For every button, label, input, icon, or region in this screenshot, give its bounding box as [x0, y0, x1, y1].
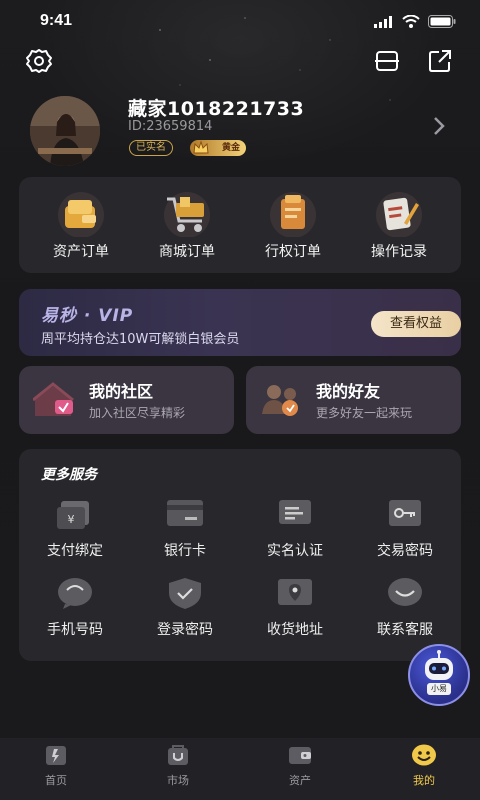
- login-password-item[interactable]: 登录密码: [135, 576, 235, 639]
- tab-home[interactable]: 首页: [16, 744, 96, 788]
- asset-orders-item[interactable]: 资产订单: [31, 191, 131, 261]
- customer-service-icon: [383, 576, 427, 610]
- share-button[interactable]: [425, 46, 455, 76]
- profile-id: ID:23659814: [128, 119, 213, 134]
- assets-wallet-icon: [287, 744, 313, 766]
- my-friends-card[interactable]: 我的好友 更多好友一起来玩: [246, 366, 461, 434]
- login-password-label: 登录密码: [157, 622, 213, 638]
- asset-wallet-icon: [56, 191, 106, 238]
- bottom-tab-bar: 首页 市场 资产 我的: [0, 738, 480, 800]
- settings-button[interactable]: [24, 46, 54, 76]
- more-services-title: 更多服务: [41, 467, 97, 483]
- trade-password-item[interactable]: 交易密码: [355, 497, 455, 560]
- scan-icon: [375, 51, 399, 71]
- me-face-icon: [411, 744, 437, 766]
- tab-me[interactable]: 我的: [384, 744, 464, 788]
- payment-bind-icon: ¥: [53, 497, 97, 531]
- battery-icon: [428, 15, 456, 28]
- status-bar: 9:41: [0, 0, 480, 44]
- gold-level-badge: 黄金: [190, 140, 246, 156]
- operation-log-label: 操作记录: [371, 244, 427, 260]
- exercise-orders-label: 行权订单: [265, 244, 321, 260]
- assistant-bot-button[interactable]: 小易: [408, 644, 470, 706]
- assistant-label: 小易: [427, 683, 451, 695]
- tab-me-label: 我的: [413, 774, 435, 787]
- asset-orders-label: 资产订单: [53, 244, 109, 260]
- exercise-book-icon: [268, 191, 318, 238]
- friends-icon: [262, 385, 298, 416]
- customer-service-label: 联系客服: [377, 622, 433, 638]
- phone-chat-icon: [53, 576, 97, 610]
- operation-log-item[interactable]: 操作记录: [349, 191, 449, 261]
- shipping-address-label: 收货地址: [267, 622, 323, 638]
- tab-home-label: 首页: [45, 774, 67, 787]
- phone-number-label: 手机号码: [47, 622, 103, 638]
- profile-detail-button[interactable]: [432, 116, 446, 140]
- my-friends-subtitle: 更多好友一起来玩: [316, 406, 413, 420]
- profile-name: 藏家1018221733: [128, 98, 305, 120]
- community-house-icon: [33, 382, 74, 416]
- my-community-card[interactable]: 我的社区 加入社区尽享精彩: [19, 366, 234, 434]
- trade-password-icon: [383, 497, 427, 531]
- bank-card-item[interactable]: 银行卡: [135, 497, 235, 560]
- phone-number-item[interactable]: 手机号码: [25, 576, 125, 639]
- view-benefits-button[interactable]: 查看权益: [371, 311, 461, 337]
- my-friends-title: 我的好友: [316, 382, 381, 401]
- payment-bind-label: 支付绑定: [47, 543, 103, 559]
- my-community-title: 我的社区: [89, 382, 154, 401]
- signal-icon: [374, 15, 392, 28]
- shopping-cart-icon: [162, 191, 212, 238]
- tab-market[interactable]: 市场: [138, 744, 218, 788]
- operation-log-icon: [374, 191, 424, 238]
- home-icon: [43, 744, 69, 766]
- shipping-address-item[interactable]: 收货地址: [245, 576, 345, 639]
- vip-title: 易秒 · VIP: [41, 306, 134, 326]
- verified-badge: 已实名: [129, 140, 173, 156]
- orders-card: 资产订单 商城订单 行权订单 操作记录: [19, 177, 461, 273]
- vip-description: 周平均持仓达10W可解锁白银会员: [41, 332, 240, 347]
- bank-card-label: 银行卡: [164, 543, 206, 559]
- market-bag-icon: [165, 744, 191, 766]
- tab-market-label: 市场: [167, 774, 189, 787]
- tab-assets-label: 资产: [289, 774, 311, 787]
- gold-level-label: 黄金: [221, 143, 240, 153]
- avatar[interactable]: [30, 96, 100, 166]
- trade-password-label: 交易密码: [377, 543, 433, 559]
- mall-orders-item[interactable]: 商城订单: [137, 191, 237, 261]
- login-shield-icon: [163, 576, 207, 610]
- customer-service-item[interactable]: 联系客服: [355, 576, 455, 639]
- share-icon: [429, 50, 451, 72]
- chevron-right-icon: [434, 117, 445, 135]
- id-verify-label: 实名认证: [267, 543, 323, 559]
- gear-icon: [26, 49, 52, 73]
- mall-orders-label: 商城订单: [159, 244, 215, 260]
- id-verify-item[interactable]: 实名认证: [245, 497, 345, 560]
- address-pin-icon: [273, 576, 317, 610]
- payment-bind-item[interactable]: ¥ 支付绑定: [25, 497, 125, 560]
- status-time: 9:41: [40, 12, 73, 29]
- wifi-icon: [402, 15, 420, 28]
- id-verify-icon: [273, 497, 317, 531]
- bank-card-icon: [163, 497, 207, 531]
- vip-banner[interactable]: 易秒 · VIP 周平均持仓达10W可解锁白银会员 查看权益: [19, 289, 461, 356]
- more-services-card: 更多服务 ¥ 支付绑定 银行卡 实名认证 交易密码 手机号码 登录密码 收货地址…: [19, 449, 461, 661]
- crown-icon: [193, 140, 209, 154]
- scan-button[interactable]: [372, 46, 402, 76]
- avatar-photo: [30, 96, 100, 166]
- tab-assets[interactable]: 资产: [260, 744, 340, 788]
- my-community-subtitle: 加入社区尽享精彩: [89, 406, 186, 420]
- exercise-orders-item[interactable]: 行权订单: [243, 191, 343, 261]
- svg-text:¥: ¥: [68, 513, 75, 526]
